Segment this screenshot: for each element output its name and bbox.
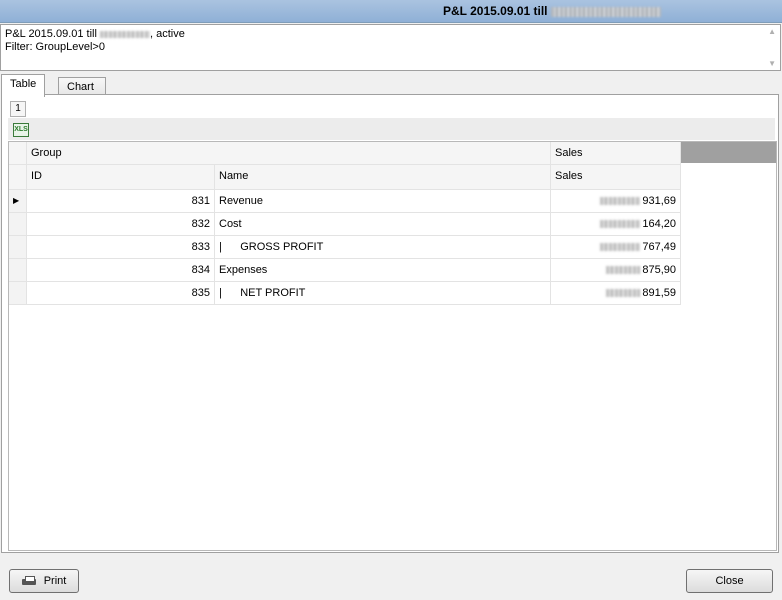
row-id[interactable]: 831 [27,190,215,213]
row-name[interactable]: Expenses [215,259,551,282]
row-name[interactable]: Revenue [215,190,551,213]
redacted-value [600,197,641,205]
table-row[interactable]: 835 | NET PROFIT 891,59 [9,282,681,305]
table-row[interactable]: 834 Expenses 875,90 [9,259,681,282]
print-button[interactable]: Print [9,569,79,593]
xls-icon[interactable]: XLS [13,123,29,137]
report-period-prefix: P&L 2015.09.01 till [5,28,97,40]
page-number-button[interactable]: 1 [10,101,26,117]
data-grid[interactable]: Group Sales ID Name Sales ▶ 831 Revenue … [8,141,777,551]
column-header-group[interactable]: Group [27,142,551,165]
current-row-arrow-icon: ▶ [9,190,27,213]
report-info-box[interactable]: P&L 2015.09.01 till , active Filter: Gro… [0,24,781,71]
row-sales[interactable]: 931,69 [551,190,681,213]
report-period-line: P&L 2015.09.01 till , active [5,28,185,40]
table-panel: 1 XLS Group Sales ID Name Sales ▶ 831 Re… [1,94,779,553]
table-row[interactable]: ▶ 831 Revenue 931,69 [9,190,681,213]
column-header-name[interactable]: Name [215,165,551,190]
row-indicator-header [9,142,27,165]
row-sales-value: 875,90 [642,264,676,276]
row-sales-value: 931,69 [642,195,676,207]
scroll-down-icon[interactable]: ▼ [768,59,776,68]
row-name[interactable]: | NET PROFIT [215,282,551,305]
grid-toolbar: XLS [8,118,775,140]
row-sales[interactable]: 767,49 [551,236,681,259]
redacted-date [550,6,661,17]
row-indicator-header [9,165,27,190]
close-button[interactable]: Close [686,569,773,593]
row-sales-value: 164,20 [642,218,676,230]
column-header-id[interactable]: ID [27,165,215,190]
row-id[interactable]: 835 [27,282,215,305]
row-sales[interactable]: 875,90 [551,259,681,282]
print-button-label: Print [43,575,67,587]
table-row[interactable]: 832 Cost 164,20 [9,213,681,236]
row-id[interactable]: 834 [27,259,215,282]
row-name[interactable]: Cost [215,213,551,236]
window-titlebar: P&L 2015.09.01 till [0,0,782,23]
redacted-value [606,266,641,274]
tab-table[interactable]: Table [1,74,46,97]
window-title-text: P&L 2015.09.01 till [443,4,548,18]
printer-icon [21,575,36,587]
row-sales-value: 767,49 [642,241,676,253]
row-indicator [9,213,27,236]
row-indicator [9,236,27,259]
grid-empty-header-area [681,142,776,163]
row-id[interactable]: 832 [27,213,215,236]
row-id[interactable]: 833 [27,236,215,259]
redacted-value [600,243,641,251]
report-period-suffix: , active [150,28,185,40]
row-sales[interactable]: 164,20 [551,213,681,236]
row-indicator [9,282,27,305]
window-title: P&L 2015.09.01 till [443,4,661,18]
group-header-row: Group Sales [9,142,681,165]
column-header-sales-group[interactable]: Sales [551,142,681,165]
table-row[interactable]: 833 | GROSS PROFIT 767,49 [9,236,681,259]
row-indicator [9,259,27,282]
column-header-sales[interactable]: Sales [551,165,681,190]
row-sales-value: 891,59 [642,287,676,299]
redacted-date [100,30,150,38]
column-header-row: ID Name Sales [9,165,681,190]
redacted-value [606,289,641,297]
row-name[interactable]: | GROSS PROFIT [215,236,551,259]
row-sales[interactable]: 891,59 [551,282,681,305]
filter-line: Filter: GroupLevel>0 [5,41,105,53]
scroll-up-icon[interactable]: ▲ [768,27,776,36]
redacted-value [600,220,641,228]
